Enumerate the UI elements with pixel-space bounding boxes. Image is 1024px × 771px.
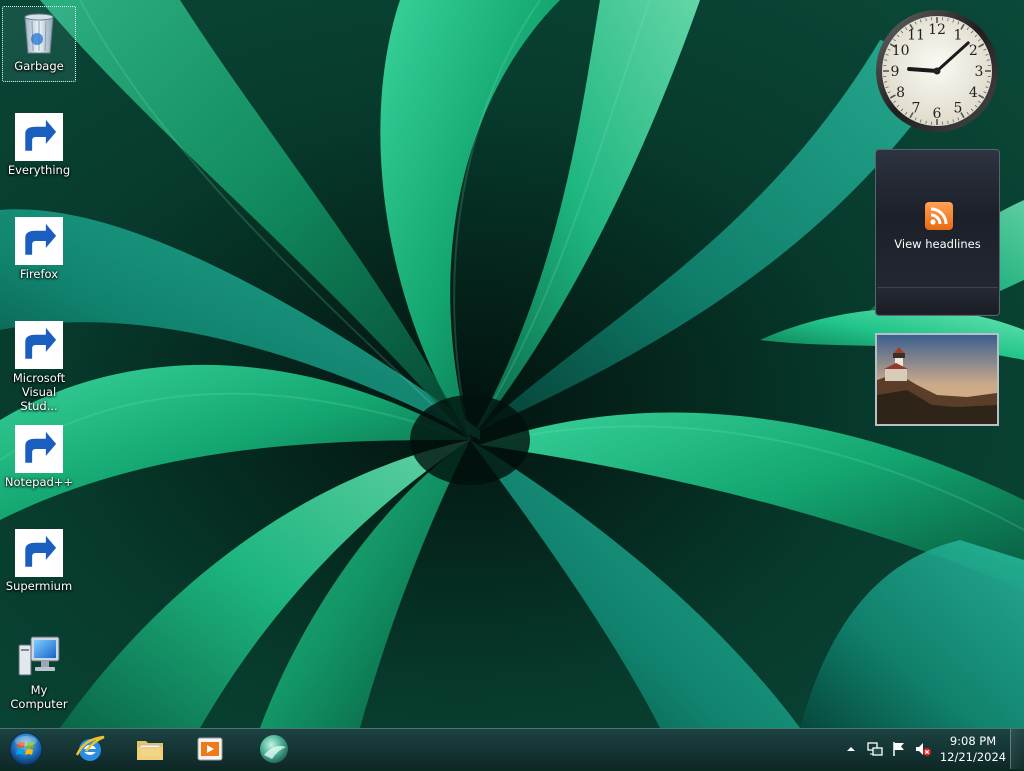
taskbar-internet-explorer[interactable]	[62, 731, 118, 767]
media-player-icon	[194, 733, 226, 765]
notepad-plus-plus-icon	[15, 425, 63, 473]
desktop-icon-supermium[interactable]: Supermium	[2, 526, 76, 602]
clock-numeral: 10	[892, 43, 910, 59]
clock-numeral: 9	[891, 64, 900, 80]
volume-muted-icon	[914, 740, 932, 758]
view-headlines-link[interactable]: View headlines	[876, 237, 999, 251]
shortcut-arrow-icon	[15, 113, 63, 161]
start-button[interactable]	[6, 731, 46, 767]
supermium-icon	[258, 733, 290, 765]
taskbar-time: 9:08 PM	[936, 733, 1010, 749]
clock-numeral: 3	[975, 64, 984, 80]
feed-headlines-gadget[interactable]: View headlines	[875, 149, 1000, 316]
clock-gadget[interactable]: 12 12 3 45678 9 1011	[874, 8, 1000, 134]
visual-studio-icon	[15, 321, 63, 369]
clock-numeral: 6	[933, 106, 942, 122]
folder-library-icon	[134, 733, 166, 765]
firefox-icon	[15, 217, 63, 265]
taskbar: 9:08 PM 12/21/2024	[0, 728, 1024, 769]
network-icon	[866, 740, 884, 758]
desktop-icon-everything[interactable]: Everything	[2, 110, 76, 186]
desktop-icon-label: My Computer	[3, 683, 75, 711]
taskbar-media-player[interactable]	[182, 731, 238, 767]
desktop-wallpaper	[0, 0, 1024, 728]
show-desktop-button[interactable]	[1010, 729, 1024, 769]
desktop-icon-garbage[interactable]: Garbage	[2, 6, 76, 82]
shortcut-arrow-icon	[15, 321, 63, 369]
clock-numeral: 7	[912, 100, 921, 116]
desktop-icon-notepad-plus-plus[interactable]: Notepad++	[2, 422, 76, 498]
desktop-icon-firefox[interactable]: Firefox	[2, 214, 76, 290]
desktop-icon-label: Garbage	[14, 59, 63, 73]
taskbar-supermium[interactable]	[246, 731, 302, 767]
clock-numeral: 2	[969, 43, 978, 59]
desktop-icon-label: Microsoft Visual Stud...	[3, 371, 75, 413]
desktop-icon-label: Notepad++	[5, 475, 73, 489]
clock-numeral: 8	[896, 85, 905, 101]
desktop-icon-visual-studio[interactable]: Microsoft Visual Stud...	[2, 318, 76, 402]
taskbar-clock[interactable]: 9:08 PM 12/21/2024	[936, 733, 1010, 765]
rss-feed-icon	[925, 202, 953, 230]
desktop-icon-label: Supermium	[6, 579, 72, 593]
my-computer-icon	[15, 633, 63, 681]
network-tray-icon[interactable]	[866, 740, 884, 758]
windows-start-orb-icon	[6, 731, 46, 767]
everything-search-icon	[15, 113, 63, 161]
volume-tray-icon[interactable]	[914, 740, 932, 758]
clock-numeral: 4	[969, 85, 978, 101]
desktop-icon-my-computer[interactable]: My Computer	[2, 630, 76, 706]
action-center-flag-icon	[890, 740, 908, 758]
chevron-up-icon	[842, 740, 860, 758]
clock-numeral: 1	[954, 28, 963, 44]
internet-explorer-icon	[74, 733, 106, 765]
clock-numeral: 11	[907, 28, 925, 44]
taskbar-date: 12/21/2024	[936, 749, 1010, 765]
show-hidden-icons-button[interactable]	[842, 740, 860, 758]
clock-numeral: 5	[954, 100, 963, 116]
desktop-icon-label: Firefox	[20, 267, 58, 281]
desktop-icon-label: Everything	[8, 163, 70, 177]
supermium-icon	[15, 529, 63, 577]
recycle-bin-icon	[15, 9, 63, 57]
shortcut-arrow-icon	[15, 217, 63, 265]
action-center-tray-icon[interactable]	[890, 740, 908, 758]
lighthouse-photo	[877, 335, 997, 424]
clock-hour-hand	[909, 69, 937, 71]
slideshow-gadget[interactable]	[875, 333, 999, 426]
shortcut-arrow-icon	[15, 529, 63, 577]
headlines-footer-bar	[877, 287, 998, 314]
clock-numeral: 12	[928, 22, 946, 38]
shortcut-arrow-icon	[15, 425, 63, 473]
taskbar-file-explorer[interactable]	[122, 731, 178, 767]
